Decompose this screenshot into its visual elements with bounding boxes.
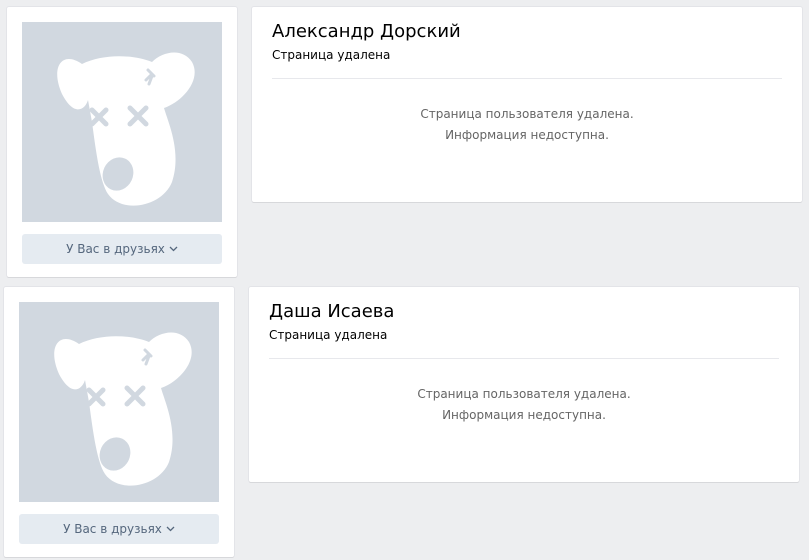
deleted-dog-avatar-icon[interactable]: [22, 22, 222, 222]
chevron-down-icon: [166, 513, 175, 543]
chevron-down-icon: [169, 233, 178, 263]
deleted-dog-avatar-icon[interactable]: [19, 302, 219, 502]
friends-button[interactable]: У Вас в друзьях: [19, 514, 219, 544]
deleted-message-line1: Страница пользователя удалена.: [417, 387, 631, 401]
avatar-card: У Вас в друзьях: [4, 287, 234, 557]
friends-button-label: У Вас в друзьях: [66, 242, 165, 256]
profile-name: Александр Дорский: [272, 21, 461, 42]
profile-info-card: Александр Дорский Страница удалена Стран…: [252, 7, 802, 202]
profile-name: Даша Исаева: [269, 301, 395, 322]
divider: [269, 358, 779, 359]
deleted-message-line2: Информация недоступна.: [445, 128, 609, 142]
deleted-message-line2: Информация недоступна.: [442, 408, 606, 422]
friends-button-label: У Вас в друзьях: [63, 522, 162, 536]
profile-status: Страница удалена: [269, 328, 388, 342]
friends-button[interactable]: У Вас в друзьях: [22, 234, 222, 264]
avatar-card: У Вас в друзьях: [7, 7, 237, 277]
divider: [272, 78, 782, 79]
deleted-message-line1: Страница пользователя удалена.: [420, 107, 634, 121]
profile-status: Страница удалена: [272, 48, 391, 62]
profile-info-card: Даша Исаева Страница удалена Страница по…: [249, 287, 799, 482]
